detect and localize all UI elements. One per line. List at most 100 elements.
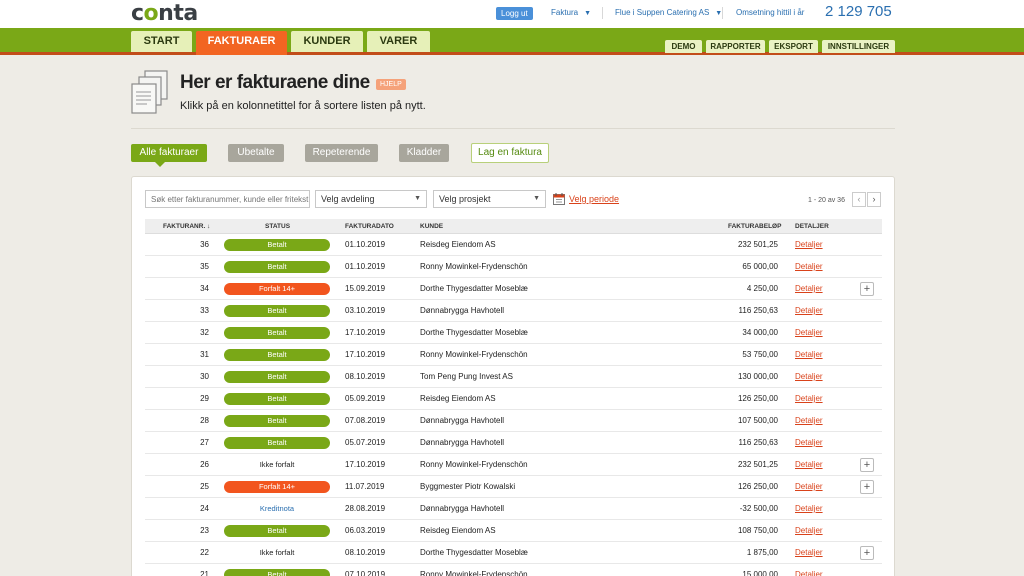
col-date[interactable]: FAKTURADATO: [345, 219, 394, 234]
col-status[interactable]: STATUS: [265, 219, 290, 234]
details-link[interactable]: Detaljer: [795, 454, 823, 476]
status-badge: Ikke forfalt: [259, 548, 295, 557]
table-row[interactable]: 23 Betalt 06.03.2019 Reisdeg Eiendom AS 108 …: [145, 520, 882, 542]
subtab-demo[interactable]: DEMO: [665, 40, 702, 53]
table-row[interactable]: 31 Betalt 17.10.2019 Ronny Mowinkel-Frydens…: [145, 344, 882, 366]
table-row[interactable]: 22 Ikke forfalt 08.10.2019 Dorthe Thygesdat…: [145, 542, 882, 564]
invoice-amount: 130 000,00: [737, 372, 778, 381]
table-row[interactable]: 33 Betalt 03.10.2019 Dønnabrygga Havhotell 1…: [145, 300, 882, 322]
details-link[interactable]: Detaljer: [795, 432, 823, 454]
details-link[interactable]: Detaljer: [795, 388, 823, 410]
invoice-number: 24: [200, 504, 209, 513]
status-badge: Betalt: [224, 393, 330, 405]
status-badge: Kreditnota: [259, 504, 295, 513]
expand-plus-icon[interactable]: +: [860, 546, 874, 560]
table-row[interactable]: 34 Forfalt 14+ 15.09.2019 Dorthe Thygesdatt…: [145, 278, 882, 300]
subtab-eksport[interactable]: EKSPORT: [769, 40, 818, 53]
table-row[interactable]: 35 Betalt 01.10.2019 Ronny Mowinkel-Frydens…: [145, 256, 882, 278]
top-bar: conta Logg ut Faktura ▼ Flue i Suppen Cat…: [0, 0, 1024, 28]
project-select[interactable]: Velg prosjekt ▼: [433, 190, 546, 208]
logout-button[interactable]: Logg ut: [496, 7, 533, 20]
invoice-amount: -32 500,00: [739, 504, 778, 513]
customer-name: Reisdeg Eiendom AS: [420, 394, 496, 403]
details-link[interactable]: Detaljer: [795, 234, 823, 256]
filter-unpaid[interactable]: Ubetalte: [228, 144, 284, 162]
invoice-date: 05.07.2019: [345, 438, 386, 447]
prev-page-button[interactable]: ‹: [852, 192, 866, 207]
details-link[interactable]: Detaljer: [795, 256, 823, 278]
subtab-rapporter[interactable]: RAPPORTER: [706, 40, 765, 53]
table-row[interactable]: 36 Betalt 01.10.2019 Reisdeg Eiendom AS 232 …: [145, 234, 882, 256]
company-select-label: Flue i Suppen Catering AS: [615, 8, 710, 17]
customer-name: Dorthe Thygesdatter Moseblæ: [420, 284, 528, 293]
tab-fakturaer[interactable]: FAKTURAER: [196, 31, 287, 55]
period-link[interactable]: Velg periode: [569, 194, 619, 204]
customer-name: Ronny Mowinkel-Frydenschön: [420, 460, 528, 469]
omsetning-label[interactable]: Omsetning hittil i år: [736, 8, 804, 17]
company-select[interactable]: Flue i Suppen Catering AS ▼: [615, 8, 722, 17]
details-link[interactable]: Detaljer: [795, 322, 823, 344]
department-select[interactable]: Velg avdeling ▼: [315, 190, 427, 208]
invoice-amount: 232 501,25: [737, 240, 778, 249]
invoice-number: 26: [200, 460, 209, 469]
invoice-amount: 53 750,00: [742, 350, 778, 359]
conta-logo[interactable]: conta: [131, 1, 198, 26]
invoice-number: 34: [200, 284, 209, 293]
table-row[interactable]: 26 Ikke forfalt 17.10.2019 Ronny Mowinkel-F…: [145, 454, 882, 476]
table-header: FAKTURANR. ↓ STATUS FAKTURADATO KUNDE FA…: [145, 219, 882, 234]
details-link[interactable]: Detaljer: [795, 300, 823, 322]
status-badge: Betalt: [224, 327, 330, 339]
col-amount[interactable]: FAKTURABELØP: [728, 219, 781, 234]
details-link[interactable]: Detaljer: [795, 278, 823, 300]
customer-name: Reisdeg Eiendom AS: [420, 240, 496, 249]
menu-select[interactable]: Faktura ▼: [551, 8, 591, 17]
filter-drafts[interactable]: Kladder: [399, 144, 449, 162]
page-subtitle: Klikk på en kolonnetittel for å sortere …: [180, 100, 426, 112]
details-link[interactable]: Detaljer: [795, 564, 823, 576]
details-link[interactable]: Detaljer: [795, 498, 823, 520]
project-select-label: Velg prosjekt: [439, 194, 491, 204]
details-link[interactable]: Detaljer: [795, 520, 823, 542]
tab-varer[interactable]: VARER: [367, 31, 430, 52]
table-row[interactable]: 24 Kreditnota 28.08.2019 Dønnabrygga Havhot…: [145, 498, 882, 520]
subtab-innstillinger[interactable]: INNSTILLINGER: [822, 40, 895, 53]
details-link[interactable]: Detaljer: [795, 410, 823, 432]
customer-name: Dorthe Thygesdatter Moseblæ: [420, 548, 528, 557]
col-customer[interactable]: KUNDE: [420, 219, 443, 234]
tab-start[interactable]: START: [131, 31, 192, 52]
details-link[interactable]: Detaljer: [795, 344, 823, 366]
expand-plus-icon[interactable]: +: [860, 458, 874, 472]
help-badge[interactable]: HJELP: [376, 79, 406, 90]
table-row[interactable]: 28 Betalt 07.08.2019 Dønnabrygga Havhotell 1…: [145, 410, 882, 432]
col-number[interactable]: FAKTURANR. ↓: [163, 219, 210, 234]
omsetning-value[interactable]: 2 129 705: [825, 3, 892, 20]
expand-plus-icon[interactable]: +: [860, 282, 874, 296]
invoice-number: 29: [200, 394, 209, 403]
search-input[interactable]: [145, 190, 310, 208]
table-row[interactable]: 32 Betalt 17.10.2019 Dorthe Thygesdatter Mo…: [145, 322, 882, 344]
invoice-amount: 108 750,00: [737, 526, 778, 535]
calendar-icon[interactable]: [553, 193, 565, 205]
table-row[interactable]: 25 Forfalt 14+ 11.07.2019 Byggmester Piotr …: [145, 476, 882, 498]
invoice-number: 27: [200, 438, 209, 447]
table-row[interactable]: 21 Betalt 07.10.2019 Ronny Mowinkel-Frydens…: [145, 564, 882, 576]
invoice-date: 11.07.2019: [345, 482, 385, 491]
invoice-number: 33: [200, 306, 209, 315]
invoice-amount: 1 875,00: [746, 548, 778, 557]
filter-repeating[interactable]: Repeterende: [305, 144, 378, 162]
next-page-button[interactable]: ›: [867, 192, 881, 207]
tab-kunder[interactable]: KUNDER: [291, 31, 363, 52]
table-row[interactable]: 29 Betalt 05.09.2019 Reisdeg Eiendom AS 126 …: [145, 388, 882, 410]
invoice-amount: 65 000,00: [742, 262, 778, 271]
table-row[interactable]: 27 Betalt 05.07.2019 Dønnabrygga Havhotell 1…: [145, 432, 882, 454]
invoice-number: 35: [200, 262, 209, 271]
table-row[interactable]: 30 Betalt 08.10.2019 Tom Peng Pung Invest A…: [145, 366, 882, 388]
filter-all-invoices[interactable]: Alle fakturaer: [131, 144, 207, 167]
status-badge: Betalt: [224, 437, 330, 449]
details-link[interactable]: Detaljer: [795, 366, 823, 388]
expand-plus-icon[interactable]: +: [860, 480, 874, 494]
page-title: Her er fakturaene dine: [180, 72, 370, 93]
new-invoice-button[interactable]: Lag en faktura: [471, 143, 549, 163]
details-link[interactable]: Detaljer: [795, 476, 823, 498]
details-link[interactable]: Detaljer: [795, 542, 823, 564]
